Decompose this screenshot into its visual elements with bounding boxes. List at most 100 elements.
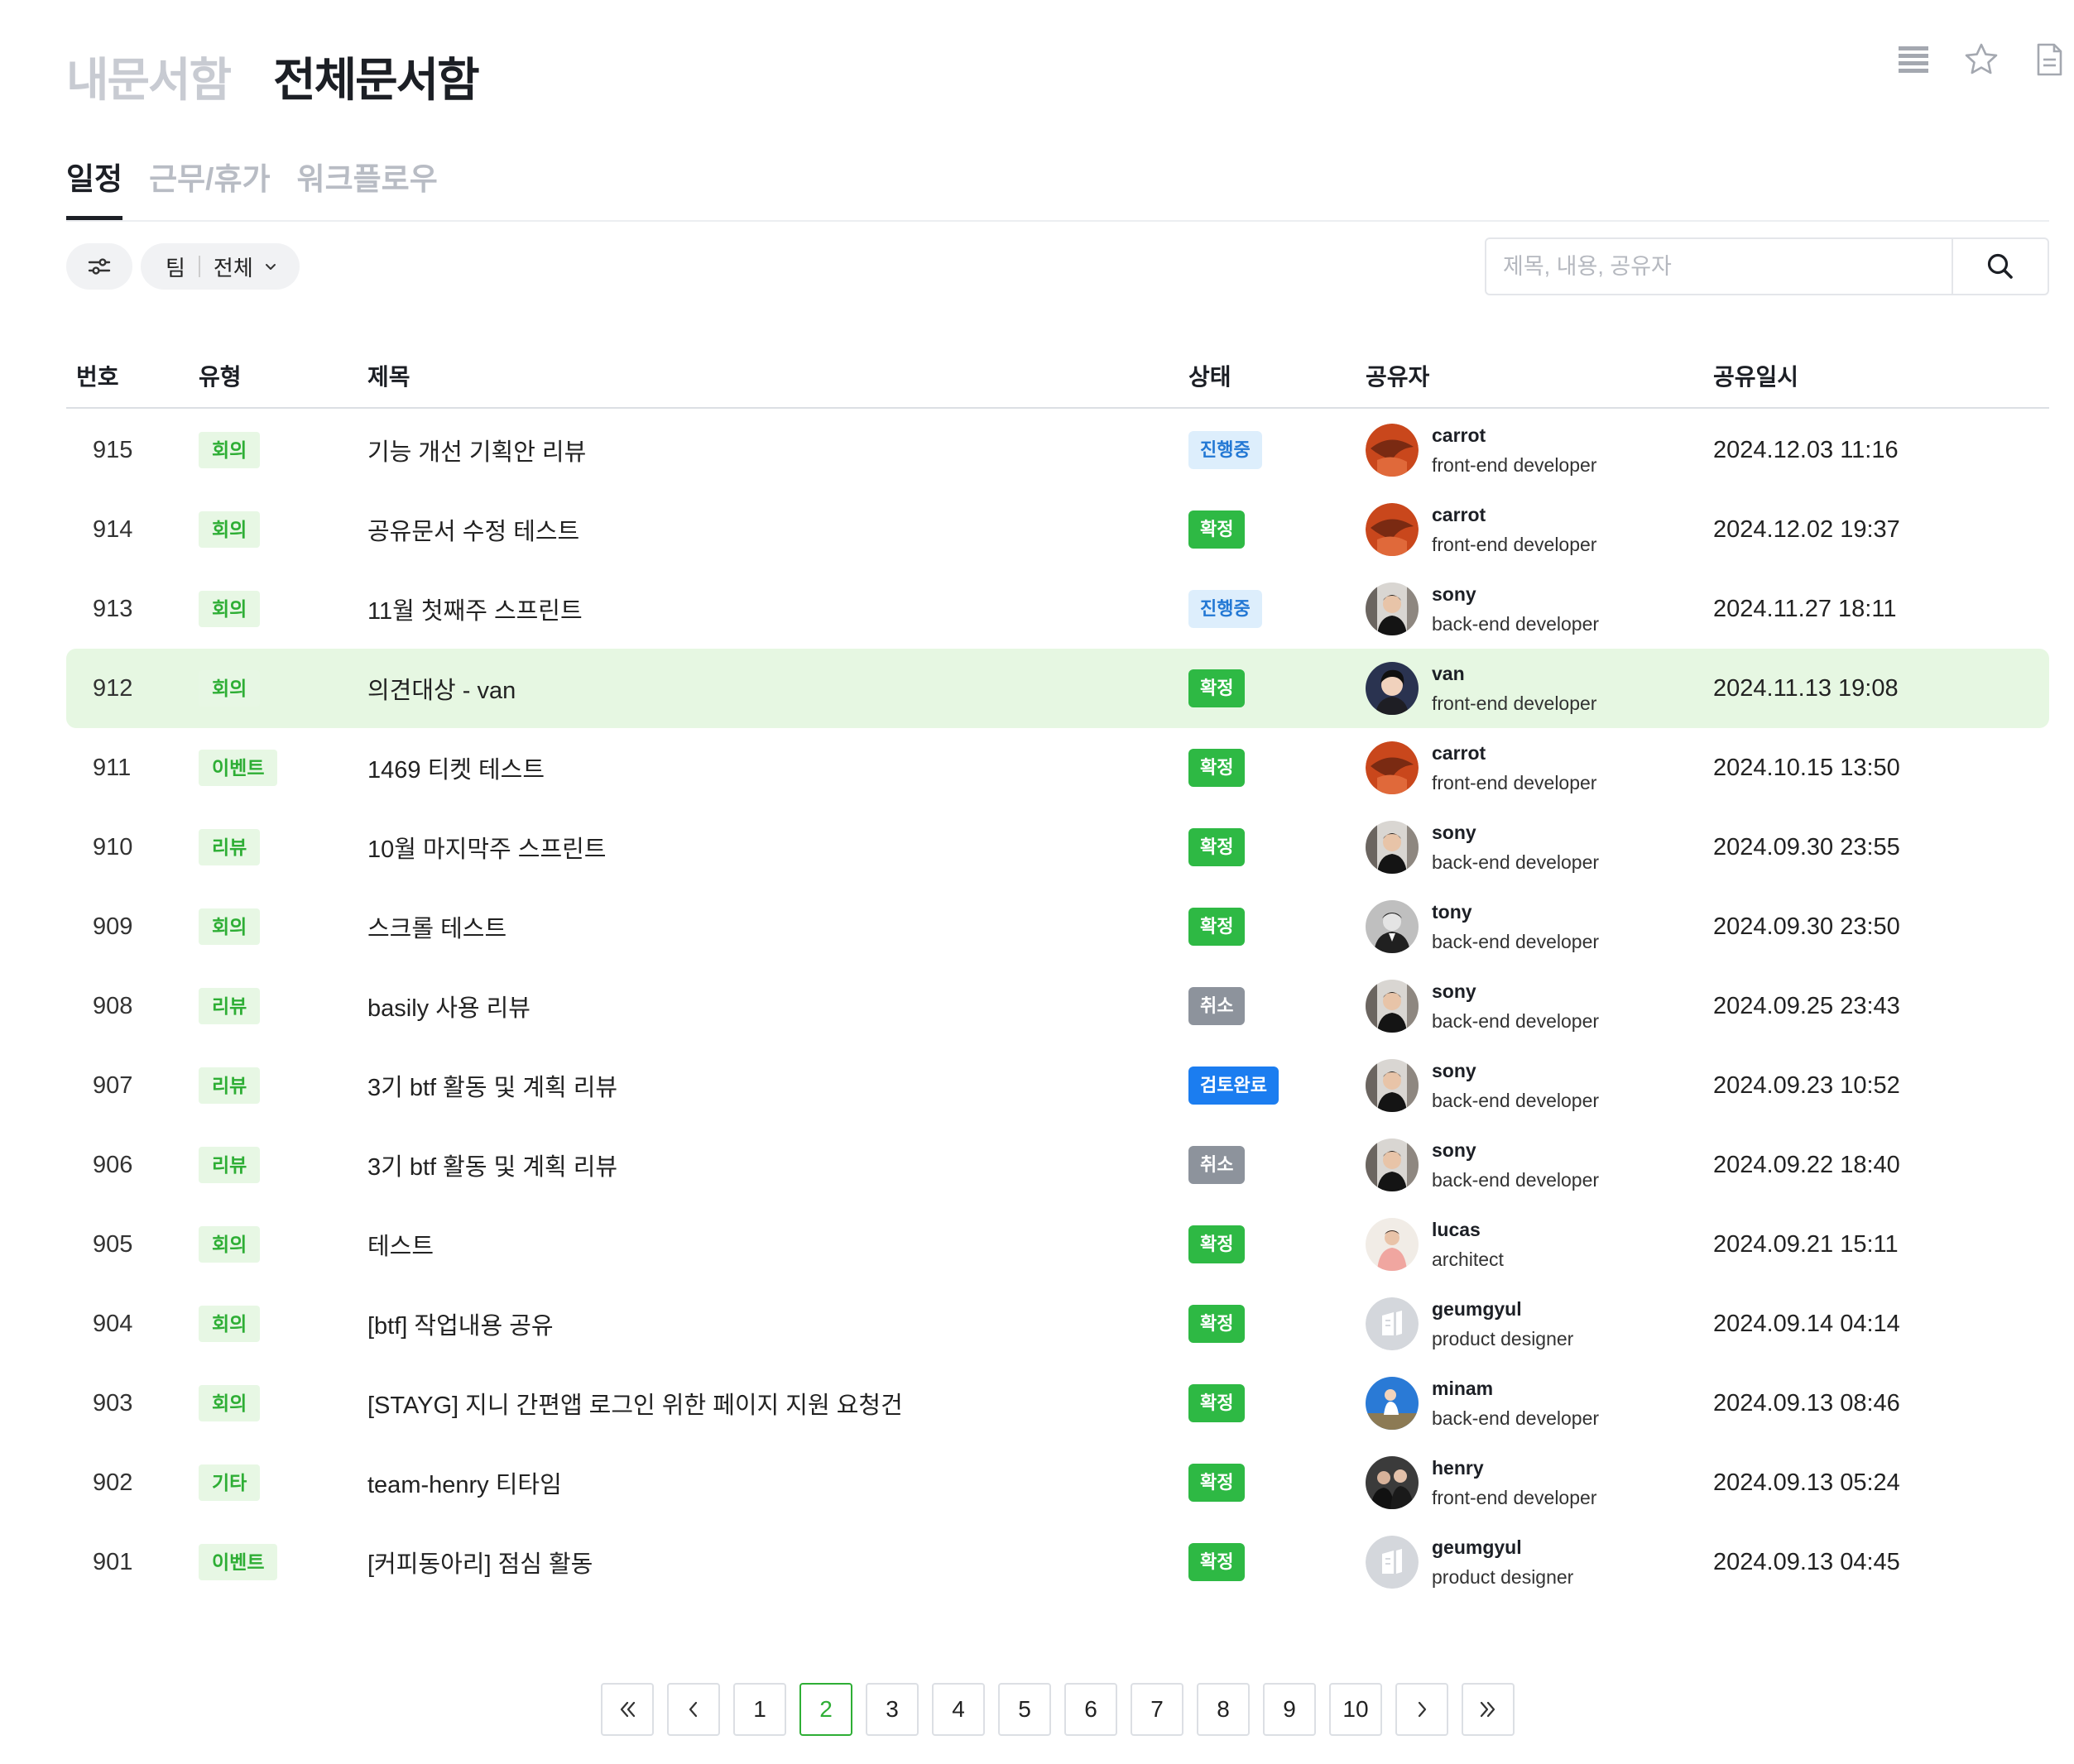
status-cell: 취소 xyxy=(1188,1125,1246,1205)
double-chevron-left-icon xyxy=(620,1701,636,1718)
filter-sliders-icon xyxy=(88,258,111,275)
row-number: 907 xyxy=(93,1071,133,1099)
row-title[interactable]: 스크롤 테스트 xyxy=(367,887,506,966)
page-button[interactable]: 6 xyxy=(1064,1683,1117,1736)
row-title[interactable]: 의견대상 - van xyxy=(367,649,516,728)
owner-name: sony xyxy=(1432,1060,1476,1081)
avatar xyxy=(1366,1377,1419,1430)
table-row[interactable]: 907 리뷰 3기 btf 활동 및 계획 리뷰 검토완료 sony back-end d… xyxy=(66,1046,2049,1125)
team-filter-select[interactable]: 팀 전체 xyxy=(141,243,300,290)
row-title[interactable]: 테스트 xyxy=(367,1205,434,1284)
row-title[interactable]: basily 사용 리뷰 xyxy=(367,966,531,1046)
list-view-icon[interactable] xyxy=(1895,41,1932,78)
table-row[interactable]: 909 회의 스크롤 테스트 확정 tony back-end developer 2024… xyxy=(66,887,2049,966)
owner-name: van xyxy=(1432,663,1465,684)
owner-cell: sony back-end developer xyxy=(1366,966,1599,1046)
page-button[interactable]: 5 xyxy=(998,1683,1051,1736)
prev-page-button[interactable] xyxy=(667,1683,720,1736)
row-title[interactable]: [btf] 작업내용 공유 xyxy=(367,1284,554,1364)
row-title[interactable]: 공유문서 수정 테스트 xyxy=(367,490,579,569)
owner-info: van front-end developer xyxy=(1432,659,1596,718)
page-button[interactable]: 8 xyxy=(1197,1683,1250,1736)
avatar xyxy=(1366,1536,1419,1589)
star-icon[interactable] xyxy=(1963,41,2000,78)
owner-info: carrot front-end developer xyxy=(1432,738,1596,798)
table-row[interactable]: 906 리뷰 3기 btf 활동 및 계획 리뷰 취소 sony back-end dev… xyxy=(66,1125,2049,1205)
team-filter-label: 팀 xyxy=(166,255,185,280)
avatar xyxy=(1366,741,1419,794)
row-title[interactable]: 3기 btf 활동 및 계획 리뷰 xyxy=(367,1046,617,1125)
table-row[interactable]: 910 리뷰 10월 마지막주 스프린트 확정 sony back-end develop… xyxy=(66,808,2049,887)
row-title[interactable]: [커피동아리] 점심 활동 xyxy=(367,1522,593,1602)
table-row[interactable]: 905 회의 테스트 확정 lucas architect 2024.09.21 15:11 xyxy=(66,1205,2049,1284)
status-cell: 확정 xyxy=(1188,1284,1246,1364)
page-button[interactable]: 10 xyxy=(1329,1683,1382,1736)
row-title[interactable]: 3기 btf 활동 및 계획 리뷰 xyxy=(367,1125,617,1205)
search-button[interactable] xyxy=(1952,239,2048,294)
shared-date: 2024.09.21 15:11 xyxy=(1713,1230,1899,1258)
avatar xyxy=(1366,1456,1419,1509)
table-row[interactable]: 904 회의 [btf] 작업내용 공유 확정 geumgyul product desi… xyxy=(66,1284,2049,1364)
tab-work-vacation[interactable]: 근무/휴가 xyxy=(149,154,270,218)
owner-info: henry front-end developer xyxy=(1432,1453,1596,1512)
owner-cell: sony back-end developer xyxy=(1366,1046,1599,1125)
table-row[interactable]: 914 회의 공유문서 수정 테스트 확정 carrot front-end develo… xyxy=(66,490,2049,569)
table-row[interactable]: 915 회의 기능 개선 기획안 리뷰 진행중 carrot front-end deve… xyxy=(66,410,2049,490)
tab-workflow[interactable]: 워크플로우 xyxy=(297,154,438,218)
status-badge: 확정 xyxy=(1188,1464,1246,1502)
search-input[interactable] xyxy=(1486,239,1952,294)
header-date: 공유일시 xyxy=(1713,364,1799,390)
status-badge: 확정 xyxy=(1188,1543,1246,1581)
tab-all-documents[interactable]: 전체문서함 xyxy=(273,43,480,110)
row-number: 915 xyxy=(93,436,133,463)
tab-schedule[interactable]: 일정 xyxy=(66,154,123,220)
table-row[interactable]: 908 리뷰 basily 사용 리뷰 취소 sony back-end develope… xyxy=(66,966,2049,1046)
owner-name: geumgyul xyxy=(1432,1298,1522,1320)
first-page-button[interactable] xyxy=(601,1683,654,1736)
table-row[interactable]: 901 이벤트 [커피동아리] 점심 활동 확정 geumgyul product des… xyxy=(66,1522,2049,1602)
page-button[interactable]: 4 xyxy=(932,1683,985,1736)
table-row[interactable]: 912 회의 의견대상 - van 확정 van front-end developer 2… xyxy=(66,649,2049,728)
avatar xyxy=(1366,1297,1419,1350)
shared-date: 2024.12.03 11:16 xyxy=(1713,436,1899,463)
tab-my-documents[interactable]: 내문서함 xyxy=(66,43,232,110)
owner-info: sony back-end developer xyxy=(1432,976,1599,1036)
row-title[interactable]: [STAYG] 지니 간편앱 로그인 위한 페이지 지원 요청건 xyxy=(367,1364,903,1443)
table-row[interactable]: 913 회의 11월 첫째주 스프린트 진행중 sony back-end develop… xyxy=(66,569,2049,649)
owner-name: sony xyxy=(1432,1139,1476,1161)
row-title[interactable]: 1469 티켓 테스트 xyxy=(367,728,545,808)
type-badge: 기타 xyxy=(199,1464,261,1501)
shared-date: 2024.09.23 10:52 xyxy=(1713,1071,1900,1099)
table-row[interactable]: 903 회의 [STAYG] 지니 간편앱 로그인 위한 페이지 지원 요청건 확정 m… xyxy=(66,1364,2049,1443)
document-icon[interactable] xyxy=(2031,41,2067,78)
row-title[interactable]: 10월 마지막주 스프린트 xyxy=(367,808,607,887)
page-button[interactable]: 3 xyxy=(866,1683,919,1736)
page-button[interactable]: 7 xyxy=(1131,1683,1183,1736)
type-cell: 회의 xyxy=(199,490,261,569)
category-tabs: 일정 근무/휴가 워크플로우 xyxy=(66,154,438,220)
owner-role: back-end developer xyxy=(1432,1407,1600,1429)
table-row[interactable]: 911 이벤트 1469 티켓 테스트 확정 carrot front-end devel… xyxy=(66,728,2049,808)
last-page-button[interactable] xyxy=(1462,1683,1515,1736)
avatar xyxy=(1366,900,1419,953)
row-title[interactable]: 11월 첫째주 스프린트 xyxy=(367,569,583,649)
avatar xyxy=(1366,582,1419,635)
status-cell: 확정 xyxy=(1188,1364,1246,1443)
next-page-button[interactable] xyxy=(1395,1683,1448,1736)
status-cell: 진행중 xyxy=(1188,569,1262,649)
row-title[interactable]: team-henry 티타임 xyxy=(367,1443,562,1522)
row-title[interactable]: 기능 개선 기획안 리뷰 xyxy=(367,410,586,490)
page-button[interactable]: 1 xyxy=(733,1683,786,1736)
header-owner: 공유자 xyxy=(1366,364,1430,390)
owner-role: product designer xyxy=(1432,1328,1574,1349)
filter-button[interactable] xyxy=(66,243,132,290)
page-button[interactable]: 9 xyxy=(1263,1683,1316,1736)
owner-role: front-end developer xyxy=(1432,1487,1597,1508)
type-cell: 회의 xyxy=(199,569,261,649)
page-button[interactable]: 2 xyxy=(799,1683,852,1736)
owner-role: front-end developer xyxy=(1432,693,1597,714)
owner-info: sony back-end developer xyxy=(1432,1135,1599,1195)
owner-info: geumgyul product designer xyxy=(1432,1532,1573,1592)
avatar xyxy=(1366,821,1419,874)
table-row[interactable]: 902 기타 team-henry 티타임 확정 henry front-end deve… xyxy=(66,1443,2049,1522)
